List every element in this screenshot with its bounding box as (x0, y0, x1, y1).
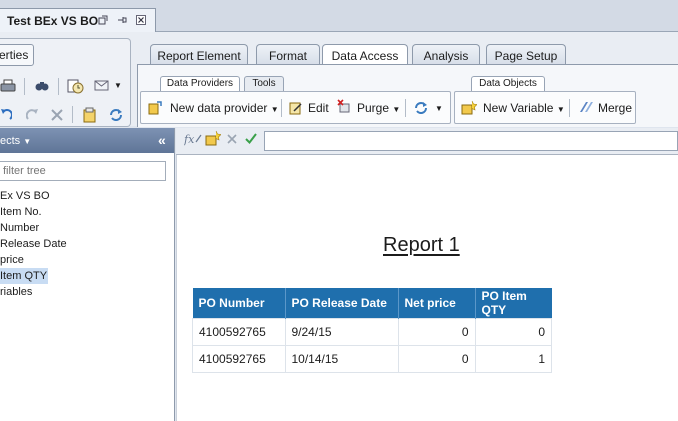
column-header[interactable]: PO Item QTY (475, 288, 552, 319)
mail-icon[interactable] (94, 80, 110, 92)
column-header[interactable]: PO Release Date (285, 288, 399, 319)
subtab-label: Data Providers (166, 78, 234, 89)
new-data-provider-icon (148, 101, 162, 115)
chevron-down-icon[interactable]: ▼ (114, 81, 122, 90)
chevron-down-icon: ▼ (23, 137, 32, 146)
undo-icon[interactable] (0, 108, 12, 122)
table-cell[interactable]: 10/14/15 (284, 345, 399, 373)
tree-item[interactable]: Item No. (0, 204, 42, 220)
pin-icon[interactable] (117, 15, 127, 25)
create-variable-icon[interactable] (205, 130, 221, 146)
formula-input[interactable] (264, 131, 678, 151)
report-table[interactable]: PO Number PO Release Date Net price PO I… (192, 288, 552, 373)
chevron-down-icon: ▼ (392, 105, 401, 114)
subtab-tools[interactable]: Tools (244, 76, 284, 92)
table-row: 4100592765 9/24/15 0 0 (192, 318, 552, 346)
properties-tab[interactable]: erties (0, 44, 34, 66)
delete-icon[interactable] (50, 108, 64, 122)
filter-tree-input[interactable] (0, 161, 166, 181)
table-row: 4100592765 10/14/15 0 1 (192, 345, 552, 373)
properties-tab-label: erties (0, 48, 29, 62)
column-header[interactable]: PO Number (192, 288, 286, 319)
toolbar-separator (405, 99, 406, 117)
close-icon[interactable] (136, 15, 146, 25)
undock-icon[interactable] (98, 15, 108, 25)
new-data-provider-button[interactable]: New data provider ▼ (170, 101, 279, 115)
panel-header: ects ▼ « (0, 128, 174, 153)
purge-button[interactable]: Purge ▼ (357, 101, 400, 115)
tab-label: Report Element (157, 49, 241, 63)
tab-label: Analysis (423, 49, 469, 63)
new-variable-button[interactable]: New Variable ▼ (483, 101, 565, 115)
refresh-data-icon[interactable] (413, 100, 429, 116)
edit-icon (289, 102, 302, 115)
toolbar-separator (281, 99, 282, 117)
table-cell[interactable]: 4100592765 (192, 345, 286, 373)
document-tab[interactable]: Test BEx VS BO (0, 8, 156, 32)
find-icon[interactable] (34, 79, 50, 93)
validate-icon[interactable] (245, 133, 257, 144)
chevron-down-icon: ▼ (270, 105, 279, 114)
tree-item-selected[interactable]: Item QTY (0, 268, 48, 284)
panel-title[interactable]: ects ▼ (0, 135, 31, 147)
svg-text:fx: fx (184, 133, 195, 146)
tab-analysis[interactable]: Analysis (412, 44, 480, 65)
collapse-panel-icon[interactable]: « (158, 133, 166, 147)
print-icon[interactable] (0, 79, 16, 93)
schedule-icon[interactable] (66, 77, 84, 94)
merge-icon (580, 102, 593, 112)
cancel-icon[interactable] (227, 134, 237, 144)
table-cell[interactable]: 0 (397, 318, 476, 346)
tab-format[interactable]: Format (256, 44, 320, 65)
subtab-data-providers[interactable]: Data Providers (160, 76, 240, 92)
tab-page-setup[interactable]: Page Setup (486, 44, 566, 65)
table-cell[interactable]: 0 (397, 345, 476, 373)
report-title[interactable]: Report 1 (383, 234, 460, 257)
subtab-label: Tools (252, 78, 276, 89)
tab-label: Page Setup (494, 49, 558, 63)
document-tab-title: Test BEx VS BO (7, 14, 99, 28)
new-variable-icon (461, 100, 477, 115)
redo-icon[interactable] (26, 108, 40, 122)
new-variable-label: New Variable (483, 101, 554, 115)
table-cell[interactable]: 9/24/15 (284, 318, 399, 346)
new-data-provider-label: New data provider (170, 101, 268, 115)
toolbar-separator (72, 106, 73, 123)
tab-report-element[interactable]: Report Element (150, 44, 248, 65)
chevron-down-icon[interactable]: ▼ (435, 104, 443, 113)
chevron-down-icon: ▼ (556, 105, 565, 114)
table-cell[interactable]: 1 (474, 345, 552, 373)
tree-item[interactable]: riables (0, 284, 32, 300)
purge-label: Purge (357, 101, 390, 115)
subtab-data-objects[interactable]: Data Objects (471, 76, 545, 92)
tree-item[interactable]: Ex VS BO (0, 188, 50, 204)
formula-editor-icon[interactable]: fx (184, 132, 202, 146)
panel-title-text: ects (0, 135, 21, 147)
edit-button[interactable]: Edit (308, 101, 329, 115)
purge-icon (337, 99, 350, 113)
tab-data-access[interactable]: Data Access (322, 44, 408, 66)
toolbar-separator (569, 99, 570, 117)
column-header[interactable]: Net price (398, 288, 476, 319)
subtab-label: Data Objects (479, 78, 537, 89)
document-properties-icon[interactable] (82, 107, 98, 123)
table-cell[interactable]: 0 (474, 318, 552, 346)
tree-item[interactable]: Number (0, 220, 39, 236)
tab-label: Format (268, 49, 307, 63)
toolbar-separator (24, 78, 25, 95)
refresh-icon[interactable] (108, 107, 124, 123)
tab-label: Data Access (331, 49, 399, 63)
table-header-row: PO Number PO Release Date Net price PO I… (192, 288, 552, 319)
table-cell[interactable]: 4100592765 (192, 318, 286, 346)
toolbar-separator (58, 78, 59, 95)
tree-item[interactable]: price (0, 252, 24, 268)
merge-button[interactable]: Merge (598, 101, 632, 115)
tree-item[interactable]: Release Date (0, 236, 67, 252)
